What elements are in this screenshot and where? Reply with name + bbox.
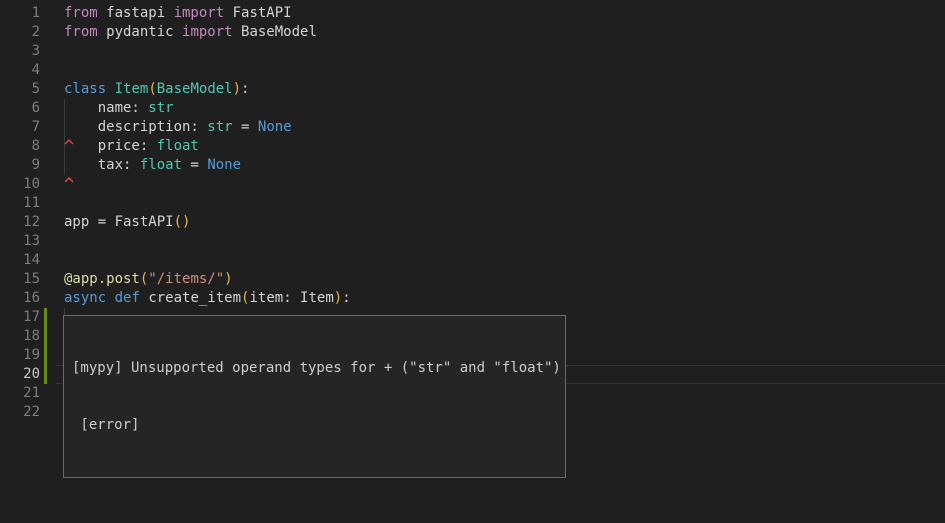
code-line-10[interactable]: 10 (0, 175, 945, 194)
line-number: 4 (0, 61, 40, 80)
code-line-7[interactable]: 7 description: str = None (0, 118, 945, 137)
line-number: 22 (0, 403, 40, 422)
line-number: 3 (0, 42, 40, 61)
line-number: 18 (0, 327, 40, 346)
line-number: 15 (0, 270, 40, 289)
git-modified-gutter-bar (44, 327, 47, 346)
code-line-12[interactable]: 12 app = FastAPI() (0, 213, 945, 232)
code-text: @app.post("/items/") (64, 270, 233, 289)
code-line-11[interactable]: 11 (0, 194, 945, 213)
line-number: 14 (0, 251, 40, 270)
code-text: name: str (64, 99, 174, 118)
line-number: 2 (0, 23, 40, 42)
git-modified-gutter-bar (44, 365, 47, 384)
code-line-15[interactable]: 15 @app.post("/items/") (0, 270, 945, 289)
code-line-6[interactable]: 6 name: str (0, 99, 945, 118)
git-modified-gutter-bar (44, 346, 47, 365)
line-number: 11 (0, 194, 40, 213)
code-text: from fastapi import FastAPI (64, 4, 292, 23)
code-line-14[interactable]: 14 (0, 251, 945, 270)
line-number: 9 (0, 156, 40, 175)
diagnostic-severity: [error] (72, 416, 557, 435)
line-number: 6 (0, 99, 40, 118)
line-number: 10 (0, 175, 40, 194)
diagnostic-tooltip: [mypy] Unsupported operand types for + (… (63, 315, 566, 478)
line-number: 17 (0, 308, 40, 327)
code-line-1[interactable]: 1 from fastapi import FastAPI (0, 4, 945, 23)
error-squiggle-icon (64, 171, 74, 179)
diagnostic-message: [mypy] Unsupported operand types for + (… (72, 359, 557, 378)
code-line-4[interactable]: 4 (0, 61, 945, 80)
line-number: 13 (0, 232, 40, 251)
line-number: 20 (0, 365, 40, 384)
code-line-13[interactable]: 13 (0, 232, 945, 251)
code-line-16[interactable]: 16 async def create_item(item: Item): (0, 289, 945, 308)
line-number: 1 (0, 4, 40, 23)
git-modified-gutter-bar (44, 308, 47, 327)
code-text: async def create_item(item: Item): (64, 289, 351, 308)
code-text: class Item(BaseModel): (64, 80, 249, 99)
line-number: 5 (0, 80, 40, 99)
code-text: app = FastAPI() (64, 213, 190, 232)
code-line-2[interactable]: 2 from pydantic import BaseModel (0, 23, 945, 42)
line-number: 16 (0, 289, 40, 308)
code-text: price: float (64, 137, 199, 156)
line-number: 12 (0, 213, 40, 232)
line-number: 7 (0, 118, 40, 137)
line-number: 8 (0, 137, 40, 156)
code-line-5[interactable]: 5 class Item(BaseModel): (0, 80, 945, 99)
code-text: description: str = None (64, 118, 292, 137)
code-text: from pydantic import BaseModel (64, 23, 317, 42)
line-number: 19 (0, 346, 40, 365)
code-editor: 1 from fastapi import FastAPI 2 from pydant… (0, 0, 945, 523)
code-line-9[interactable]: 9 tax: float = None (0, 156, 945, 175)
code-line-8[interactable]: 8 price: float (0, 137, 945, 156)
line-number: 21 (0, 384, 40, 403)
code-text: tax: float = None (64, 156, 241, 175)
error-squiggle-icon (64, 133, 74, 141)
code-line-3[interactable]: 3 (0, 42, 945, 61)
